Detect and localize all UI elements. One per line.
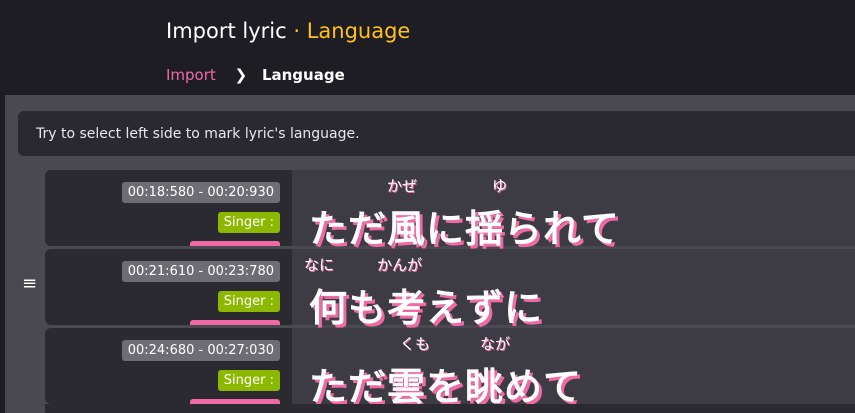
title-accent: Language <box>306 19 411 43</box>
time-range-badge: 00:21:610 - 00:23:780 <box>121 261 280 282</box>
lyric-row: 00:21:610 - 00:23:780 Singer : なに かんが 何も… <box>45 249 855 330</box>
breadcrumb-current: Language <box>261 66 345 84</box>
lyric-text: 何も考えずに <box>309 286 544 330</box>
row-language-selector[interactable]: 00:18:580 - 00:20:930 Singer : <box>45 170 292 246</box>
lyric-area[interactable]: くも なが ただ雲を眺めて <box>292 328 855 409</box>
breadcrumb-import-link[interactable]: Import <box>166 66 216 84</box>
title-main: Import lyric <box>166 19 287 43</box>
lyric-area[interactable]: なに かんが 何も考えずに <box>292 249 855 330</box>
language-marker-bar <box>190 241 280 246</box>
row-language-selector[interactable]: 00:24:680 - 00:27:030 Singer : <box>45 328 292 404</box>
ruby-text: かんが <box>377 256 423 274</box>
page-title: Import lyric · Language <box>166 19 410 43</box>
time-range-badge: 00:18:580 - 00:20:930 <box>121 182 280 203</box>
menu-handle-icon[interactable]: ≡ <box>22 275 37 293</box>
singer-button[interactable]: Singer : <box>217 370 280 391</box>
lyric-text: ただ雲を眺めて <box>309 365 583 409</box>
ruby-text: かぜ <box>387 177 418 195</box>
lyric-row: 00:24:680 - 00:27:030 Singer : くも なが ただ雲… <box>45 328 855 409</box>
time-range-badge: 00:24:680 - 00:27:030 <box>121 340 280 361</box>
singer-button[interactable]: Singer : <box>217 291 280 312</box>
lyric-text: ただ風に揺られて <box>309 207 620 251</box>
ruby-text: なが <box>480 335 511 353</box>
ruby-text: くも <box>400 335 431 353</box>
row-language-selector[interactable]: 00:21:610 - 00:23:780 Singer : <box>45 249 292 325</box>
ruby-text: なに <box>304 256 335 274</box>
title-separator: · <box>286 19 307 43</box>
page-header: Import lyric · Language Import ❯ Languag… <box>0 0 855 95</box>
breadcrumb: Import ❯ Language <box>166 66 345 84</box>
hint-banner: Try to select left side to mark lyric's … <box>18 111 855 156</box>
singer-button[interactable]: Singer : <box>217 212 280 233</box>
next-row-edge <box>45 404 855 413</box>
chevron-right-icon: ❯ <box>234 66 248 84</box>
lyric-row: 00:18:580 - 00:20:930 Singer : かぜ ゆ ただ風に… <box>45 170 855 251</box>
language-marker-bar <box>190 320 280 325</box>
lyric-area[interactable]: かぜ ゆ ただ風に揺られて <box>292 170 855 251</box>
ruby-text: ゆ <box>492 177 508 195</box>
